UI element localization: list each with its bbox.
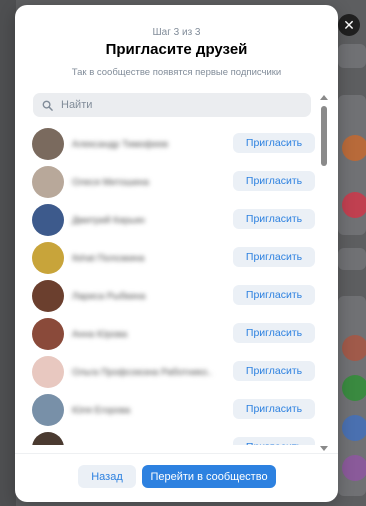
- friend-row: Пригласить: [30, 429, 315, 445]
- friend-row: Лариса Рыбкина Пригласить: [30, 277, 315, 315]
- background-avatar: [342, 375, 366, 401]
- list-scrollbar[interactable]: [319, 93, 329, 451]
- scroll-up-arrow-icon[interactable]: [320, 95, 328, 100]
- search-icon: [42, 100, 53, 111]
- background-avatar: [342, 135, 366, 161]
- friend-row: Ольга Профсоюзна Работнико... Пригласить: [30, 353, 315, 391]
- friend-avatar: [32, 242, 64, 274]
- invite-button[interactable]: Пригласить: [233, 209, 315, 229]
- friend-avatar: [32, 318, 64, 350]
- background-avatar: [342, 455, 366, 481]
- background-avatar: [342, 192, 366, 218]
- scroll-down-arrow-icon[interactable]: [320, 446, 328, 451]
- friend-avatar: [32, 204, 64, 236]
- friend-avatar: [32, 432, 64, 445]
- friend-name: Олеся Митошина: [72, 176, 149, 188]
- go-to-community-button[interactable]: Перейти в сообщество: [142, 465, 276, 488]
- scrollbar-thumb[interactable]: [321, 106, 327, 166]
- friend-row: Ilshat Полозкина Пригласить: [30, 239, 315, 277]
- invite-button[interactable]: Пригласить: [233, 285, 315, 305]
- friend-avatar: [32, 166, 64, 198]
- friend-row: Анна Юрова Пригласить: [30, 315, 315, 353]
- friend-name: Ольга Профсоюзна Работнико...: [72, 366, 212, 378]
- background-left-strip: [0, 0, 16, 506]
- step-indicator: Шаг 3 из 3: [152, 27, 201, 38]
- footer-divider: [15, 453, 338, 454]
- friend-name: Александр Тимофеев: [72, 138, 169, 150]
- modal-subtitle: Так в сообществе появятся первые подписч…: [71, 67, 282, 78]
- friend-name: Анна Юрова: [72, 328, 128, 340]
- background-avatar: [342, 415, 366, 441]
- close-button[interactable]: ✕: [338, 14, 360, 36]
- invite-button[interactable]: Пригласить: [233, 133, 315, 153]
- back-button[interactable]: Назад: [78, 465, 136, 488]
- invite-friends-modal: Шаг 3 из 3 Пригласите друзей Так в сообщ…: [15, 5, 338, 502]
- invite-button[interactable]: Пригласить: [233, 323, 315, 343]
- friend-avatar: [32, 128, 64, 160]
- search-field[interactable]: [33, 93, 311, 117]
- friends-list[interactable]: Александр Тимофеев Пригласить Олеся Мито…: [30, 125, 315, 445]
- background-panel: [338, 248, 366, 270]
- modal-title: Пригласите друзей: [105, 41, 248, 58]
- invite-button[interactable]: Пригласить: [233, 247, 315, 267]
- invite-button[interactable]: Пригласить: [233, 437, 315, 445]
- friend-name: Лариса Рыбкина: [72, 290, 146, 302]
- friend-avatar: [32, 280, 64, 312]
- friend-avatar: [32, 356, 64, 388]
- invite-button[interactable]: Пригласить: [233, 171, 315, 191]
- friend-avatar: [32, 394, 64, 426]
- friend-name: Юля Егорова: [72, 404, 131, 416]
- friend-row: Дмитрий Кирьин Пригласить: [30, 201, 315, 239]
- friend-name: Ilshat Полозкина: [72, 252, 145, 264]
- background-panel: [338, 44, 366, 68]
- friend-row: Александр Тимофеев Пригласить: [30, 125, 315, 163]
- friend-name: Дмитрий Кирьин: [72, 214, 145, 226]
- friend-row: Юля Егорова Пригласить: [30, 391, 315, 429]
- close-icon: ✕: [343, 16, 355, 33]
- friend-row: Олеся Митошина Пригласить: [30, 163, 315, 201]
- background-avatar: [342, 335, 366, 361]
- invite-button[interactable]: Пригласить: [233, 399, 315, 419]
- invite-button[interactable]: Пригласить: [233, 361, 315, 381]
- search-input[interactable]: [59, 98, 303, 112]
